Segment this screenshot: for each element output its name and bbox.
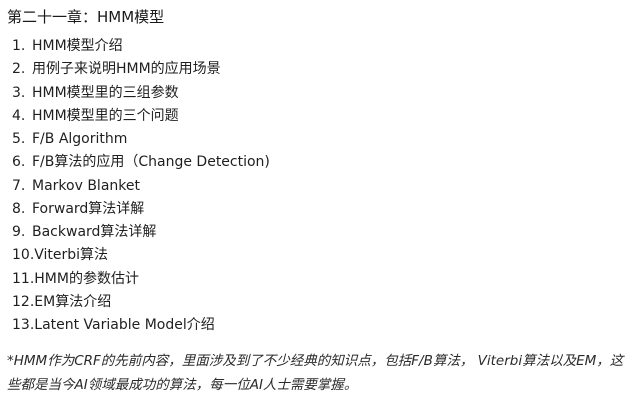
chapter-title: 第二十一章：HMM模型	[7, 8, 165, 26]
toc-item-number: 5.	[12, 131, 26, 147]
toc-item: 3. HMM模型里的三组参数	[12, 82, 270, 105]
table-of-contents: 1. HMM模型介绍 2. 用例子来说明HMM的应用场景 3. HMM模型里的三组参数…	[12, 35, 270, 337]
toc-item-number: 4.	[12, 107, 26, 124]
toc-item-label: 用例子来说明HMM的应用场景	[32, 61, 221, 78]
toc-item-number: 3.	[12, 84, 26, 101]
toc-item: 13.Latent Variable Model介绍	[12, 314, 270, 337]
document-page: 第二十一章：HMM模型 1. HMM模型介绍 2. 用例子来说明HMM的应用场景 3…	[0, 0, 640, 407]
toc-item-label: Viterbi算法	[34, 247, 109, 264]
toc-item-number: 1.	[12, 38, 26, 54]
toc-item: 8. Forward算法详解	[12, 198, 270, 221]
toc-item-label: F/B Algorithm	[32, 131, 128, 147]
toc-item-label: HMM模型里的三组参数	[32, 84, 179, 101]
toc-item-label: Forward算法详解	[32, 200, 145, 217]
toc-item: 1. HMM模型介绍	[12, 35, 270, 58]
toc-item-number: 6.	[12, 154, 26, 171]
toc-item-label: Backward算法详解	[32, 224, 157, 240]
toc-item-label: Latent Variable Model介绍	[34, 317, 215, 333]
toc-item-number: 13.	[12, 317, 35, 333]
toc-item-label: Markov Blanket	[32, 177, 140, 194]
toc-item-label: EM算法介绍	[34, 293, 112, 310]
toc-item-number: 12.	[12, 293, 35, 310]
toc-item: 11.HMM的参数估计	[12, 268, 270, 291]
toc-item-number: 11.	[12, 270, 35, 287]
toc-item: 5. F/B Algorithm	[12, 128, 270, 151]
toc-item-label: HMM模型里的三个问题	[32, 107, 179, 124]
toc-item-number: 2.	[12, 61, 26, 78]
toc-item: 2. 用例子来说明HMM的应用场景	[12, 58, 270, 81]
toc-item-number: 8.	[12, 200, 26, 217]
toc-item: 4. HMM模型里的三个问题	[12, 105, 270, 128]
toc-item: 10.Viterbi算法	[12, 244, 270, 267]
footnote: *HMM作为CRF的先前内容，里面涉及到了不少经典的知识点，包括F/B算法， V…	[7, 353, 624, 393]
toc-item: 6. F/B算法的应用（Change Detection)	[12, 151, 270, 174]
toc-item-number: 10.	[12, 247, 35, 264]
toc-item-label: HMM的参数估计	[34, 270, 139, 287]
toc-item-number: 9.	[12, 224, 26, 240]
toc-item-number: 7.	[12, 177, 26, 194]
toc-item: 12.EM算法介绍	[12, 291, 270, 314]
toc-item-label: HMM模型介绍	[32, 38, 123, 54]
toc-item: 9. Backward算法详解	[12, 221, 270, 244]
toc-item-label: F/B算法的应用（Change Detection)	[32, 154, 270, 171]
toc-item: 7. Markov Blanket	[12, 175, 270, 198]
